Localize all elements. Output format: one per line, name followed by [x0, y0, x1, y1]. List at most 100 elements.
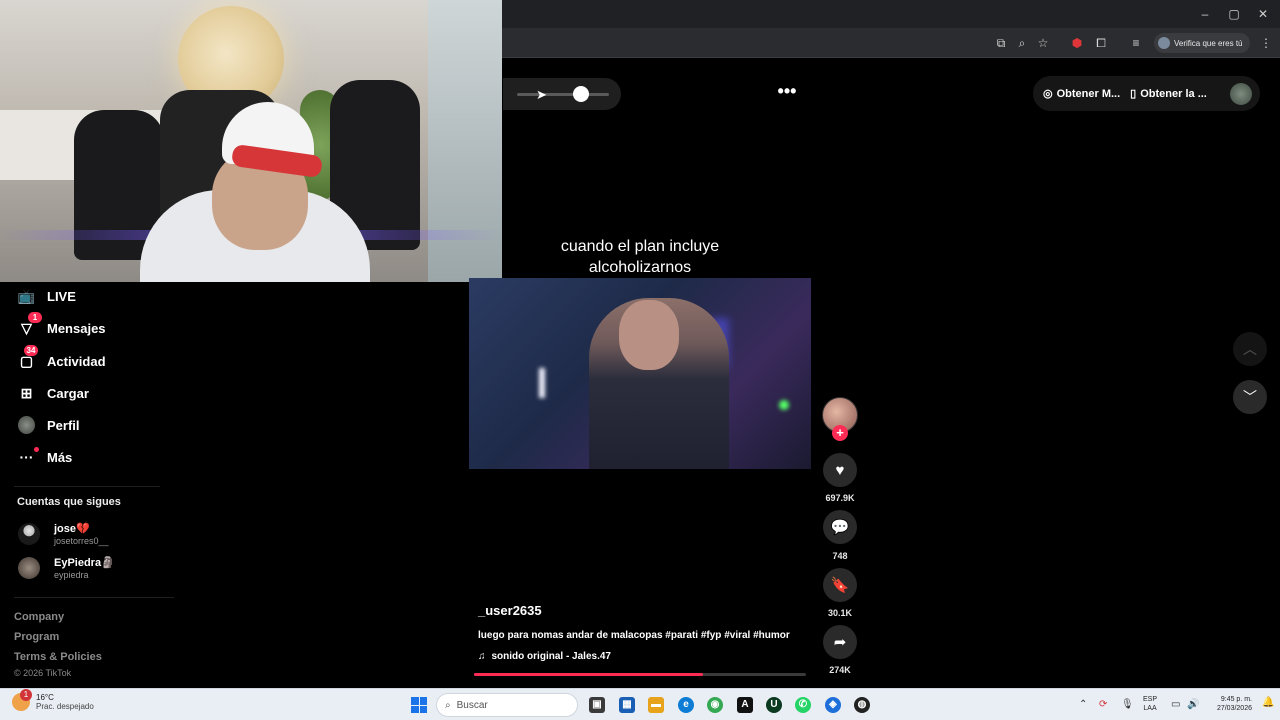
share-icon: ➦	[833, 634, 847, 651]
coin-icon: ◎	[1043, 88, 1053, 100]
get-app-link[interactable]: ▯ Obtener la ...	[1130, 87, 1207, 101]
taskbar-search[interactable]: ⌕ Buscar	[436, 693, 578, 717]
video-music[interactable]: ♫ sonido original - Jales.47	[478, 651, 611, 662]
save-button[interactable]: 🔖	[823, 568, 857, 602]
more-icon: ···	[18, 446, 39, 466]
share-button[interactable]: ➦	[823, 625, 857, 659]
extension-shield-icon[interactable]: ⬢	[1069, 35, 1085, 51]
more-options-button[interactable]: •••	[776, 82, 798, 102]
next-video-button[interactable]: ﹀	[1233, 380, 1267, 414]
notifications-icon[interactable]: 🔔	[1262, 697, 1274, 708]
system-clock[interactable]: 9:45 p. m. 27/03/2026	[1208, 695, 1252, 713]
messages-icon: ▽ 1	[18, 311, 42, 337]
close-button[interactable]: ✕	[1254, 5, 1272, 23]
like-button[interactable]: ♥	[823, 453, 857, 487]
app-icon-u[interactable]: U	[766, 697, 782, 713]
volume-icon[interactable]: 🔊	[1187, 699, 1199, 710]
network-icon[interactable]: ▭	[1171, 699, 1180, 710]
language-indicator[interactable]: ESP LAA	[1143, 695, 1157, 713]
profile-avatar	[1158, 37, 1170, 49]
language-code: ESP	[1143, 696, 1158, 703]
account-info: EyPiedra🗿 eypiedra	[54, 556, 115, 580]
weather-icon: 1	[12, 689, 32, 711]
app-icon-a[interactable]: A	[737, 697, 753, 713]
following-section-title: Cuentas que sigues	[17, 496, 121, 508]
sidebar-item-upload[interactable]: ⊞ Cargar	[18, 381, 89, 405]
account-info: jose💔 josetorres0__	[54, 522, 109, 546]
app-icon-blue[interactable]: ◈	[825, 697, 841, 713]
minimize-button[interactable]: –	[1196, 5, 1214, 23]
footer-link-terms[interactable]: Terms & Policies	[14, 651, 102, 663]
video-player[interactable]	[469, 278, 811, 469]
webcam-overlay	[0, 0, 502, 282]
sidebar-item-label: Más	[47, 449, 73, 465]
start-button[interactable]	[411, 697, 427, 713]
activity-badge: 34	[24, 344, 38, 356]
heart-icon: ♥	[835, 461, 845, 479]
maximize-button[interactable]: ▢	[1225, 5, 1243, 23]
weather-description: Prac. despejado	[36, 702, 94, 711]
app-icon-dark[interactable]: ◍	[854, 697, 870, 713]
music-title: sonido original - Jales.47	[491, 651, 611, 662]
chevron-up-icon: ︿	[1243, 341, 1257, 357]
comment-button[interactable]: 💬	[823, 510, 857, 544]
avatar	[18, 557, 40, 579]
get-mobile-link[interactable]: ◎ Obtener M...	[1043, 87, 1120, 101]
browser-menu-icon[interactable]: ⋮	[1258, 35, 1274, 51]
sidebar-divider	[14, 486, 160, 487]
microphone-icon[interactable]: 🎙	[1121, 699, 1134, 710]
clock-time: 9:45 p. m.	[1220, 696, 1252, 703]
bookmark-star-icon[interactable]: ☆	[1035, 35, 1051, 51]
following-account-eypiedra[interactable]: EyPiedra🗿 eypiedra	[18, 556, 115, 580]
task-view-icon[interactable]: ▣	[589, 697, 605, 713]
comment-icon: 💬	[830, 519, 850, 536]
video-caption-overlay: cuando el plan incluye alcoholizarnos	[560, 238, 720, 276]
extensions-puzzle-icon[interactable]: ⧠	[1093, 35, 1109, 51]
weather-widget[interactable]: 1 16°C Prac. despejado	[12, 689, 94, 711]
clock-date: 27/03/2026	[1216, 705, 1252, 712]
sidebar-item-live[interactable]: 📺 LIVE	[18, 284, 76, 308]
profile-label: Verifica que eres tú	[1174, 38, 1243, 48]
reading-list-icon[interactable]: ≡	[1128, 35, 1144, 51]
sidebar-item-label: Cargar	[47, 385, 89, 401]
follow-button[interactable]: +	[832, 425, 848, 441]
sync-icon[interactable]: ⟳	[1099, 699, 1107, 710]
avatar	[18, 523, 40, 545]
video-username[interactable]: _user2635	[478, 603, 542, 618]
footer-link-company[interactable]: Company	[14, 611, 64, 623]
screen: – ▢ ✕ ⧉ ⌕ ☆ ⬢ ⧠ ≡ Verifica que eres tú ⋮…	[0, 0, 1280, 720]
whatsapp-icon[interactable]: ✆	[795, 697, 811, 713]
install-app-icon[interactable]: ⧉	[993, 35, 1009, 51]
edge-icon[interactable]: e	[678, 697, 694, 713]
mouse-cursor-icon: ➤	[536, 87, 547, 102]
footer-link-program[interactable]: Program	[14, 631, 59, 643]
profile-button[interactable]: Verifica que eres tú	[1154, 33, 1250, 53]
upload-icon: ⊞	[20, 384, 33, 401]
sidebar-item-more[interactable]: ··· Más	[18, 445, 72, 469]
previous-video-button[interactable]: ︿	[1233, 332, 1267, 366]
keyboard-layout: LAA	[1143, 705, 1157, 712]
following-account-jose[interactable]: jose💔 josetorres0__	[18, 522, 109, 546]
account-name: EyPiedra🗿	[54, 557, 115, 569]
sidebar-item-activity[interactable]: ▢ 34 Actividad	[18, 344, 106, 373]
video-description: luego para nomas andar de malacopas #par…	[478, 630, 790, 641]
video-light	[779, 400, 789, 410]
avatar	[18, 416, 35, 434]
profile-icon	[18, 416, 35, 434]
user-avatar[interactable]	[1230, 82, 1252, 105]
activity-icon: ▢ 34	[18, 344, 38, 370]
volume-slider-track[interactable]	[517, 93, 609, 96]
chrome-icon[interactable]: ◉	[707, 697, 723, 713]
store-icon[interactable]: ▦	[619, 697, 635, 713]
file-explorer-icon[interactable]: ▬	[648, 697, 664, 713]
header-actions: ◎ Obtener M... ▯ Obtener la ...	[1033, 76, 1260, 111]
like-count: 697.9K	[825, 493, 855, 503]
sidebar-item-label: Actividad	[47, 353, 106, 369]
search-icon: ⌕	[445, 699, 451, 711]
sidebar-item-messages[interactable]: ▽ 1 Mensajes	[18, 311, 106, 340]
comment-count: 748	[832, 551, 848, 561]
sidebar-item-profile[interactable]: Perfil	[18, 413, 80, 437]
zoom-icon[interactable]: ⌕	[1014, 35, 1030, 51]
chevron-up-icon[interactable]: ⌃	[1079, 699, 1087, 710]
notification-dot	[34, 446, 39, 452]
